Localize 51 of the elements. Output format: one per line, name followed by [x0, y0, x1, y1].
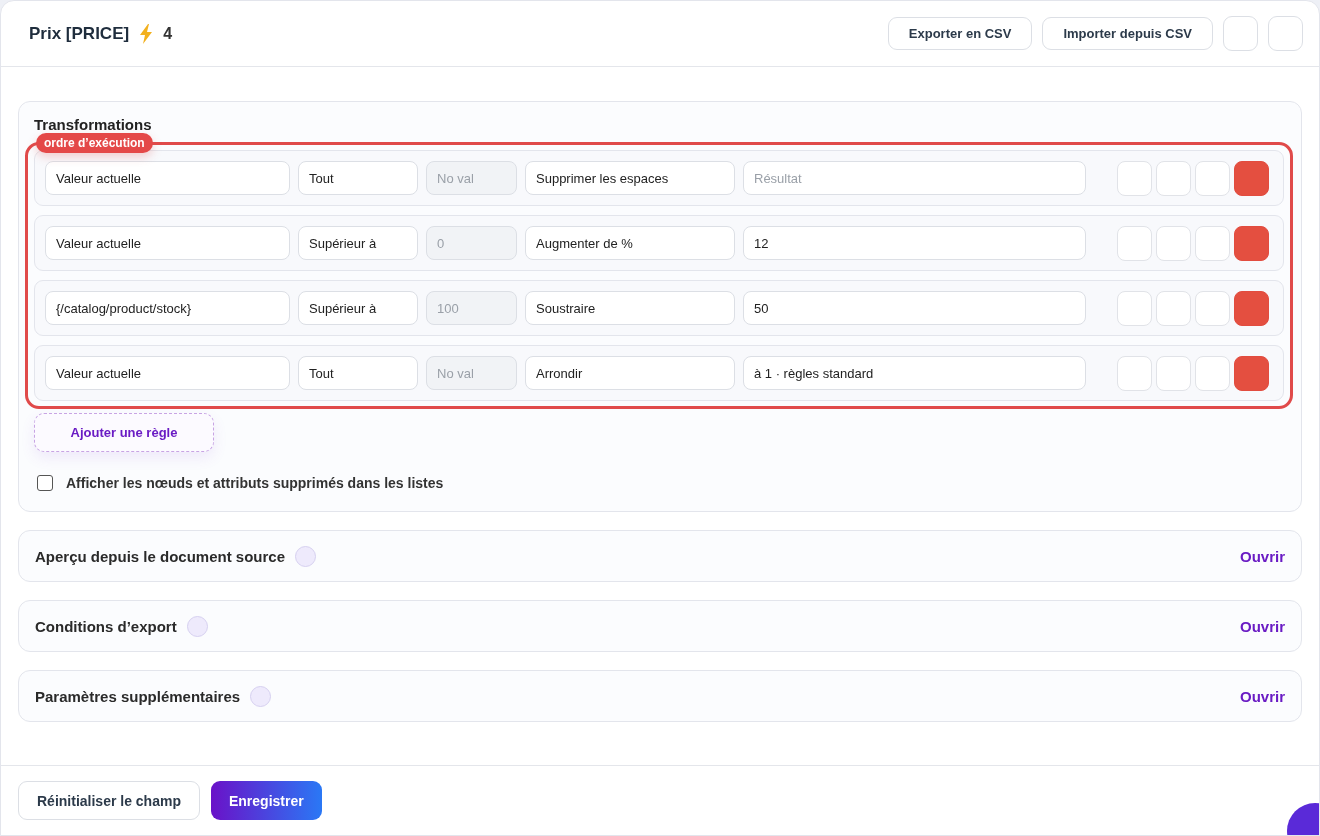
- action-select[interactable]: Arrondir: [525, 356, 735, 390]
- checkbox[interactable]: [37, 475, 53, 491]
- source-field[interactable]: Valeur actuelle: [45, 356, 290, 390]
- status-dot: [250, 685, 272, 707]
- lightning-icon: [139, 23, 154, 44]
- row-action-button[interactable]: [1156, 225, 1191, 261]
- open-link[interactable]: Ouvrir: [1240, 687, 1285, 705]
- checkbox-label: Afficher les nœuds et attributs supprimés dans les listes: [66, 475, 444, 491]
- icon-button[interactable]: [1268, 16, 1303, 51]
- status-dot: [295, 545, 317, 567]
- action-select[interactable]: Supprimer les espaces: [525, 161, 735, 195]
- condition-select[interactable]: Supérieur à: [298, 291, 418, 325]
- row-action-button[interactable]: [1117, 355, 1152, 391]
- condition-select[interactable]: Tout: [298, 161, 418, 195]
- open-link[interactable]: Ouvrir: [1240, 617, 1285, 635]
- result-field[interactable]: à 1 · règles standard: [743, 356, 1086, 390]
- save-button[interactable]: Enregistrer: [210, 781, 322, 820]
- delete-button[interactable]: [1234, 290, 1269, 326]
- icon-button[interactable]: [1223, 16, 1258, 51]
- add-rule-button[interactable]: Ajouter une règle: [34, 413, 214, 452]
- open-link[interactable]: Ouvrir: [1240, 547, 1285, 565]
- panel-title: Prix [PRICE]: [29, 23, 130, 44]
- row-action-button[interactable]: [1117, 290, 1152, 326]
- result-field[interactable]: 50: [743, 291, 1086, 325]
- action-select[interactable]: Augmenter de %: [525, 226, 735, 260]
- row-action-button[interactable]: [1156, 355, 1191, 391]
- header-button[interactable]: Importer depuis CSV: [1042, 17, 1213, 50]
- result-field[interactable]: 12: [743, 226, 1086, 260]
- delete-button[interactable]: [1234, 355, 1269, 391]
- delete-button[interactable]: [1234, 225, 1269, 261]
- row-action-button[interactable]: [1117, 160, 1152, 196]
- section-title: Aperçu depuis le document source: [35, 547, 286, 565]
- row-action-button[interactable]: [1156, 290, 1191, 326]
- header-button[interactable]: Exporter en CSV: [887, 17, 1033, 50]
- result-field[interactable]: Résultat: [743, 161, 1086, 195]
- source-field[interactable]: {/catalog/product/stock}: [45, 291, 290, 325]
- rule-count: 4: [163, 24, 173, 43]
- section-title: Paramètres supplémentaires: [35, 687, 241, 705]
- source-field[interactable]: Valeur actuelle: [45, 161, 290, 195]
- action-select[interactable]: Soustraire: [525, 291, 735, 325]
- row-action-button[interactable]: [1156, 160, 1191, 196]
- reset-button[interactable]: Réinitialiser le champ: [18, 781, 200, 820]
- condition-select[interactable]: Tout: [298, 356, 418, 390]
- order-badge: ordre d’exécution: [36, 133, 153, 153]
- section-title: Conditions d’export: [35, 617, 177, 635]
- status-dot: [186, 615, 208, 637]
- section-title: Transformations: [34, 116, 153, 134]
- row-action-button[interactable]: [1117, 225, 1152, 261]
- condition-select[interactable]: Supérieur à: [298, 226, 418, 260]
- source-field[interactable]: Valeur actuelle: [45, 226, 290, 260]
- delete-button[interactable]: [1234, 160, 1269, 196]
